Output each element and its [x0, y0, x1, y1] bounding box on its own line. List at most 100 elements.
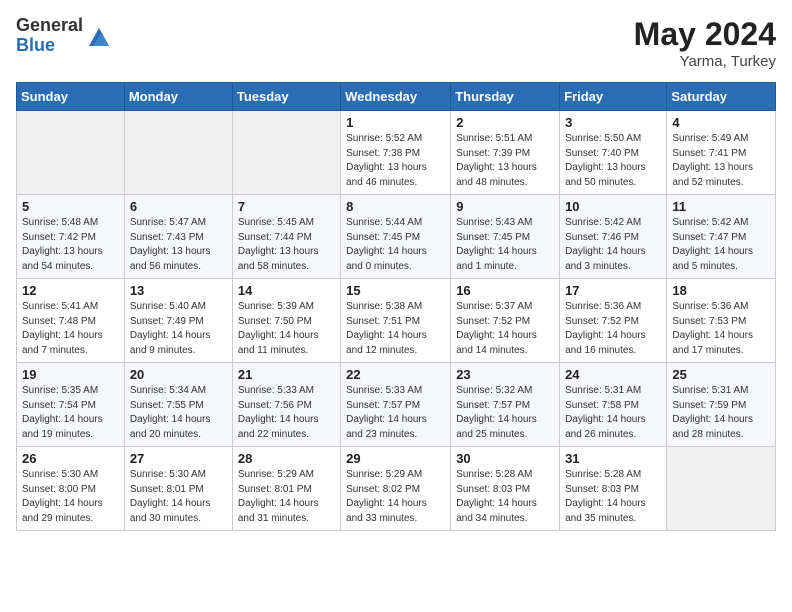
page-header: General Blue May 2024 Yarma, Turkey [16, 16, 776, 70]
day-number: 12 [22, 283, 119, 298]
calendar-day-cell: 17 Sunrise: 5:36 AMSunset: 7:52 PMDayligh… [560, 279, 667, 363]
day-info: Sunrise: 5:41 AMSunset: 7:48 PMDaylight:… [22, 300, 119, 358]
calendar-day-cell: 11 Sunrise: 5:42 AMSunset: 7:47 PMDayligh… [667, 195, 776, 279]
day-info: Sunrise: 5:52 AMSunset: 7:38 PMDaylight:… [346, 132, 445, 190]
day-number: 5 [22, 199, 119, 214]
calendar-day-cell: 31Sunrise: 5:28 AMSunset: 8:03 PMDayligh… [560, 447, 667, 531]
logo-general-text: General [16, 16, 83, 36]
logo-blue-text: Blue [16, 36, 83, 56]
day-number: 25 [672, 367, 770, 382]
calendar-day-cell: 19 Sunrise: 5:35 AMSunset: 7:54 PMDayligh… [17, 363, 125, 447]
day-number: 17 [565, 283, 661, 298]
day-number: 8 [346, 199, 445, 214]
day-of-week-header: Saturday [667, 83, 776, 111]
calendar-day-cell: 9 Sunrise: 5:43 AMSunset: 7:45 PMDaylight… [451, 195, 560, 279]
day-info: Sunrise: 5:47 AMSunset: 7:43 PMDaylight:… [130, 216, 227, 274]
calendar-day-cell: 30Sunrise: 5:28 AMSunset: 8:03 PMDayligh… [451, 447, 560, 531]
day-of-week-header: Monday [124, 83, 232, 111]
calendar-day-cell: 12 Sunrise: 5:41 AMSunset: 7:48 PMDayligh… [17, 279, 125, 363]
day-of-week-header: Tuesday [232, 83, 340, 111]
day-info: Sunrise: 5:33 AMSunset: 7:56 PMDaylight:… [238, 384, 335, 442]
day-info: Sunrise: 5:45 AMSunset: 7:44 PMDaylight:… [238, 216, 335, 274]
day-info: Sunrise: 5:31 AMSunset: 7:59 PMDaylight:… [672, 384, 770, 442]
day-info: Sunrise: 5:43 AMSunset: 7:45 PMDaylight:… [456, 216, 554, 274]
day-number: 21 [238, 367, 335, 382]
calendar-day-cell: 5 Sunrise: 5:48 AMSunset: 7:42 PMDaylight… [17, 195, 125, 279]
calendar-day-cell: 3Sunrise: 5:50 AMSunset: 7:40 PMDaylight… [560, 111, 667, 195]
day-info: Sunrise: 5:36 AMSunset: 7:53 PMDaylight:… [672, 300, 770, 358]
calendar-day-cell: 6 Sunrise: 5:47 AMSunset: 7:43 PMDaylight… [124, 195, 232, 279]
day-info: Sunrise: 5:29 AMSunset: 8:01 PMDaylight:… [238, 468, 335, 526]
calendar-week-row: 5 Sunrise: 5:48 AMSunset: 7:42 PMDaylight… [17, 195, 776, 279]
day-info: Sunrise: 5:39 AMSunset: 7:50 PMDaylight:… [238, 300, 335, 358]
day-number: 20 [130, 367, 227, 382]
day-info: Sunrise: 5:31 AMSunset: 7:58 PMDaylight:… [565, 384, 661, 442]
day-number: 9 [456, 199, 554, 214]
month-year-title: May 2024 [634, 16, 776, 53]
calendar-day-cell: 4Sunrise: 5:49 AMSunset: 7:41 PMDaylight… [667, 111, 776, 195]
calendar-day-cell: 14 Sunrise: 5:39 AMSunset: 7:50 PMDayligh… [232, 279, 340, 363]
day-number: 3 [565, 115, 661, 130]
day-info: Sunrise: 5:36 AMSunset: 7:52 PMDaylight:… [565, 300, 661, 358]
day-info: Sunrise: 5:35 AMSunset: 7:54 PMDaylight:… [22, 384, 119, 442]
day-number: 28 [238, 451, 335, 466]
day-number: 19 [22, 367, 119, 382]
day-info: Sunrise: 5:48 AMSunset: 7:42 PMDaylight:… [22, 216, 119, 274]
logo-icon [87, 24, 111, 48]
calendar-day-cell: 26Sunrise: 5:30 AMSunset: 8:00 PMDayligh… [17, 447, 125, 531]
day-info: Sunrise: 5:32 AMSunset: 7:57 PMDaylight:… [456, 384, 554, 442]
day-info: Sunrise: 5:37 AMSunset: 7:52 PMDaylight:… [456, 300, 554, 358]
calendar-week-row: 19 Sunrise: 5:35 AMSunset: 7:54 PMDayligh… [17, 363, 776, 447]
location-subtitle: Yarma, Turkey [634, 53, 776, 70]
calendar-day-cell: 24Sunrise: 5:31 AMSunset: 7:58 PMDayligh… [560, 363, 667, 447]
day-number: 14 [238, 283, 335, 298]
calendar-day-cell: 25 Sunrise: 5:31 AMSunset: 7:59 PMDayligh… [667, 363, 776, 447]
day-number: 11 [672, 199, 770, 214]
day-number: 22 [346, 367, 445, 382]
day-of-week-header: Friday [560, 83, 667, 111]
day-of-week-header: Sunday [17, 83, 125, 111]
day-number: 2 [456, 115, 554, 130]
calendar-day-cell [667, 447, 776, 531]
calendar-day-cell: 18 Sunrise: 5:36 AMSunset: 7:53 PMDayligh… [667, 279, 776, 363]
day-number: 13 [130, 283, 227, 298]
day-of-week-header: Wednesday [341, 83, 451, 111]
calendar-header-row: SundayMondayTuesdayWednesdayThursdayFrid… [17, 83, 776, 111]
day-number: 4 [672, 115, 770, 130]
day-info: Sunrise: 5:42 AMSunset: 7:46 PMDaylight:… [565, 216, 661, 274]
day-info: Sunrise: 5:44 AMSunset: 7:45 PMDaylight:… [346, 216, 445, 274]
title-block: May 2024 Yarma, Turkey [634, 16, 776, 70]
calendar-day-cell: 28 Sunrise: 5:29 AMSunset: 8:01 PMDayligh… [232, 447, 340, 531]
calendar-day-cell: 21 Sunrise: 5:33 AMSunset: 7:56 PMDayligh… [232, 363, 340, 447]
logo: General Blue [16, 16, 111, 56]
day-info: Sunrise: 5:29 AMSunset: 8:02 PMDaylight:… [346, 468, 445, 526]
day-number: 15 [346, 283, 445, 298]
calendar-day-cell: 10Sunrise: 5:42 AMSunset: 7:46 PMDayligh… [560, 195, 667, 279]
calendar-week-row: 26Sunrise: 5:30 AMSunset: 8:00 PMDayligh… [17, 447, 776, 531]
calendar-day-cell: 13 Sunrise: 5:40 AMSunset: 7:49 PMDayligh… [124, 279, 232, 363]
calendar-day-cell [124, 111, 232, 195]
day-info: Sunrise: 5:40 AMSunset: 7:49 PMDaylight:… [130, 300, 227, 358]
day-number: 6 [130, 199, 227, 214]
day-number: 27 [130, 451, 227, 466]
calendar-day-cell: 1Sunrise: 5:52 AMSunset: 7:38 PMDaylight… [341, 111, 451, 195]
calendar-week-row: 1Sunrise: 5:52 AMSunset: 7:38 PMDaylight… [17, 111, 776, 195]
day-number: 29 [346, 451, 445, 466]
calendar-day-cell: 7 Sunrise: 5:45 AMSunset: 7:44 PMDaylight… [232, 195, 340, 279]
day-info: Sunrise: 5:33 AMSunset: 7:57 PMDaylight:… [346, 384, 445, 442]
day-info: Sunrise: 5:34 AMSunset: 7:55 PMDaylight:… [130, 384, 227, 442]
calendar-day-cell: 2 Sunrise: 5:51 AMSunset: 7:39 PMDaylight… [451, 111, 560, 195]
day-number: 26 [22, 451, 119, 466]
day-number: 18 [672, 283, 770, 298]
calendar-day-cell: 20 Sunrise: 5:34 AMSunset: 7:55 PMDayligh… [124, 363, 232, 447]
calendar-week-row: 12 Sunrise: 5:41 AMSunset: 7:48 PMDayligh… [17, 279, 776, 363]
day-of-week-header: Thursday [451, 83, 560, 111]
day-info: Sunrise: 5:42 AMSunset: 7:47 PMDaylight:… [672, 216, 770, 274]
calendar-day-cell [17, 111, 125, 195]
day-number: 7 [238, 199, 335, 214]
day-info: Sunrise: 5:28 AMSunset: 8:03 PMDaylight:… [565, 468, 661, 526]
calendar-day-cell: 15Sunrise: 5:38 AMSunset: 7:51 PMDayligh… [341, 279, 451, 363]
day-number: 16 [456, 283, 554, 298]
day-number: 23 [456, 367, 554, 382]
day-info: Sunrise: 5:51 AMSunset: 7:39 PMDaylight:… [456, 132, 554, 190]
